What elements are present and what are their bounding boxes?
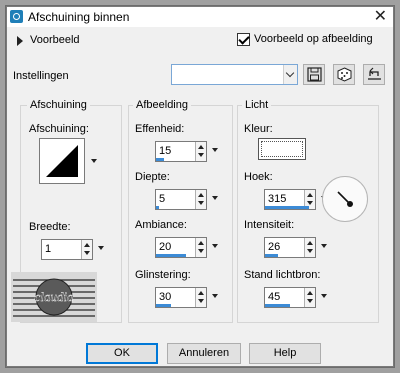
settings-label: Instellingen	[13, 70, 69, 82]
ambience-level-bar	[156, 254, 186, 257]
smoothness-level-bar	[156, 158, 164, 161]
bevel-shape-label: Afschuining:	[29, 123, 89, 135]
arrow-up-icon	[307, 291, 313, 295]
smoothness-stepper[interactable]	[195, 142, 206, 161]
title-bar: Afschuining binnen ✕	[7, 7, 393, 27]
watermark-text: claudia	[35, 289, 74, 304]
elevation-stepper[interactable]	[304, 288, 315, 307]
light-group: Licht Kleur: Hoek: 315 Intensiteit: 26 S…	[237, 99, 379, 323]
intensity-label: Intensiteit:	[244, 219, 295, 231]
window-title: Afschuining binnen	[28, 10, 130, 24]
claudia-watermark-logo: claudia	[11, 272, 97, 322]
image-group-title: Afbeelding	[133, 99, 191, 111]
intensity-stepper[interactable]	[304, 238, 315, 257]
save-icon	[307, 67, 322, 82]
angle-dial-icon	[337, 191, 353, 207]
bevel-width-value: 1	[45, 243, 52, 255]
depth-dropdown-icon[interactable]	[212, 196, 218, 200]
bevel-shape-dropdown-arrow-icon[interactable]	[91, 159, 97, 163]
elevation-value: 45	[268, 291, 281, 303]
smoothness-label: Effenheid:	[135, 123, 185, 135]
shininess-label: Glinstering:	[135, 269, 191, 281]
depth-spinner[interactable]: 5	[155, 189, 218, 210]
smoothness-dropdown-icon[interactable]	[212, 148, 218, 152]
dice-icon	[337, 67, 352, 82]
angle-spinner[interactable]: 315	[264, 189, 327, 210]
arrow-down-icon	[198, 201, 204, 205]
save-preset-button[interactable]	[303, 64, 325, 85]
intensity-level-bar	[265, 254, 278, 257]
bevel-width-label: Breedte:	[29, 221, 71, 233]
reset-button[interactable]	[363, 64, 385, 85]
arrow-up-icon	[198, 291, 204, 295]
arrow-up-icon	[84, 243, 90, 247]
arrow-down-icon	[198, 249, 204, 253]
chevron-down-icon	[285, 68, 295, 78]
ambience-spinner[interactable]: 20	[155, 237, 218, 258]
angle-dial[interactable]	[322, 176, 368, 222]
arrow-down-icon	[307, 249, 313, 253]
bevel-width-dropdown-icon[interactable]	[98, 246, 104, 250]
preview-on-image-checkbox[interactable]	[237, 33, 250, 46]
shininess-stepper[interactable]	[195, 288, 206, 307]
arrow-down-icon	[198, 153, 204, 157]
bevel-width-stepper[interactable]	[81, 240, 92, 259]
arrow-up-icon	[198, 145, 204, 149]
preview-label: Voorbeeld	[30, 34, 80, 46]
close-button[interactable]: ✕	[374, 7, 387, 27]
smoothness-spinner[interactable]: 15	[155, 141, 218, 162]
intensity-spinner[interactable]: 26	[264, 237, 327, 258]
ambience-stepper[interactable]	[195, 238, 206, 257]
shininess-spinner[interactable]: 30	[155, 287, 218, 308]
arrow-down-icon	[198, 299, 204, 303]
ok-button[interactable]: OK	[86, 343, 158, 364]
randomize-button[interactable]	[333, 64, 355, 85]
intensity-dropdown-icon[interactable]	[321, 244, 327, 248]
shininess-value: 30	[159, 291, 172, 303]
ambience-dropdown-icon[interactable]	[212, 244, 218, 248]
arrow-down-icon	[307, 201, 313, 205]
elevation-level-bar	[265, 304, 290, 307]
depth-value: 5	[159, 193, 166, 205]
light-color-label: Kleur:	[244, 123, 273, 135]
arrow-up-icon	[307, 241, 313, 245]
settings-dropdown[interactable]	[171, 64, 298, 85]
arrow-down-icon	[84, 251, 90, 255]
expand-arrow-icon	[17, 36, 23, 46]
depth-level-bar	[156, 206, 159, 209]
image-group: Afbeelding Effenheid: 15 Diepte: 5 Ambia…	[128, 99, 233, 323]
smoothness-value: 15	[159, 145, 172, 157]
bevel-shape-icon	[46, 145, 78, 177]
dialog-window: Afschuining binnen ✕ Voorbeeld Voorbeeld…	[6, 6, 394, 367]
intensity-value: 26	[268, 241, 281, 253]
arrow-up-icon	[307, 193, 313, 197]
ambience-label: Ambiance:	[135, 219, 187, 231]
arrow-down-icon	[307, 299, 313, 303]
settings-dropdown-button[interactable]	[283, 65, 297, 84]
help-button[interactable]: Help	[249, 343, 321, 364]
depth-label: Diepte:	[135, 171, 170, 183]
cancel-button[interactable]: Annuleren	[167, 343, 241, 364]
arrow-up-icon	[198, 193, 204, 197]
bevel-group-title: Afschuining	[27, 99, 90, 111]
reset-icon	[368, 67, 381, 80]
shininess-level-bar	[156, 304, 171, 307]
elevation-label: Stand lichtbron:	[244, 269, 321, 281]
arrow-up-icon	[198, 241, 204, 245]
light-group-title: Licht	[242, 99, 272, 111]
shininess-dropdown-icon[interactable]	[212, 294, 218, 298]
elevation-spinner[interactable]: 45	[264, 287, 327, 308]
depth-stepper[interactable]	[195, 190, 206, 209]
ambience-value: 20	[159, 241, 172, 253]
elevation-dropdown-icon[interactable]	[321, 294, 327, 298]
bevel-width-spinner[interactable]: 1	[41, 239, 104, 260]
bevel-shape-picker[interactable]	[39, 138, 85, 184]
angle-label: Hoek:	[244, 171, 273, 183]
light-color-swatch[interactable]	[258, 138, 306, 160]
preview-on-image-label: Voorbeeld op afbeelding	[254, 33, 373, 45]
angle-value: 315	[268, 193, 287, 205]
app-icon	[10, 10, 23, 23]
angle-level-bar	[265, 206, 309, 209]
